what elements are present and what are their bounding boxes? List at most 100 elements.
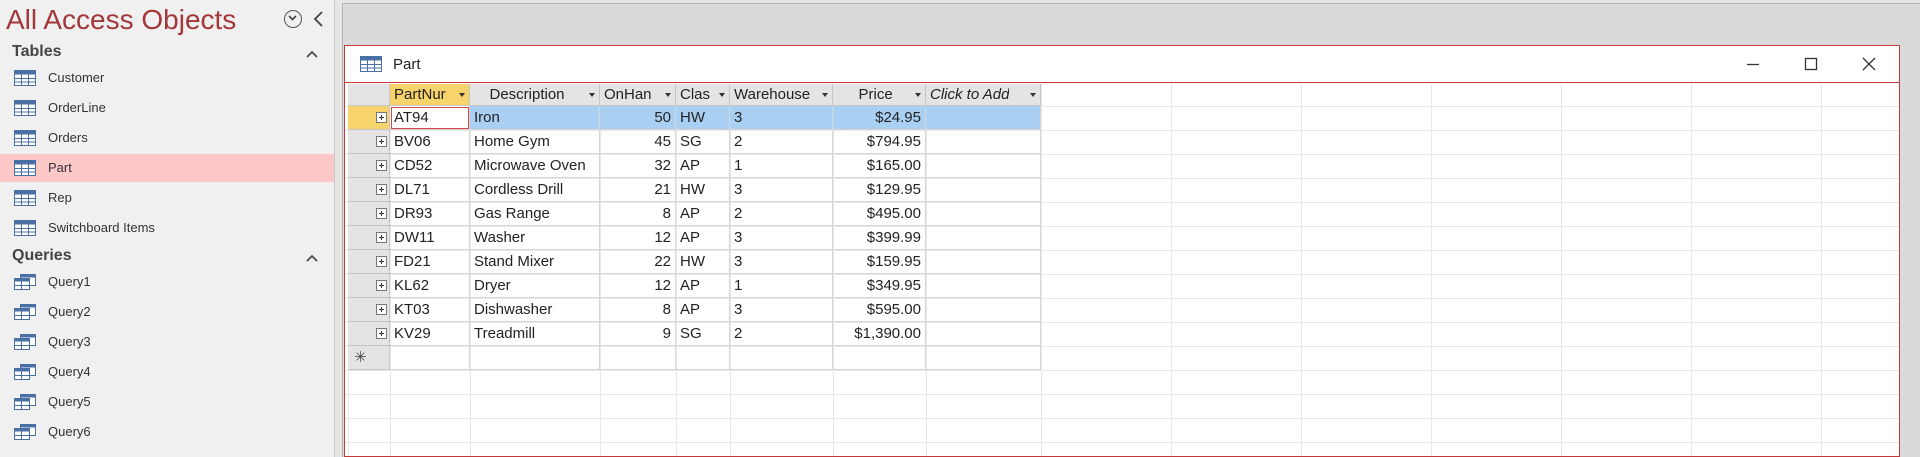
table-cell[interactable]: $349.95 — [833, 274, 926, 298]
table-cell[interactable]: 9 — [600, 322, 676, 346]
expand-plus-icon[interactable] — [376, 208, 387, 219]
table-cell[interactable]: FD21 — [390, 250, 470, 274]
chevron-up-icon[interactable] — [305, 46, 319, 64]
table-cell[interactable]: 50 — [600, 106, 676, 130]
document-titlebar[interactable]: Part — [345, 46, 1899, 83]
nav-item-table-orderline[interactable]: OrderLine — [0, 94, 334, 122]
table-cell[interactable]: $24.95 — [833, 106, 926, 130]
table-cell[interactable]: 2 — [730, 202, 833, 226]
table-cell[interactable]: SG — [676, 322, 730, 346]
dropdown-arrow-icon[interactable] — [1030, 93, 1036, 97]
table-cell[interactable]: $399.99 — [833, 226, 926, 250]
table-cell[interactable] — [600, 346, 676, 370]
table-cell[interactable]: 32 — [600, 154, 676, 178]
table-cell[interactable]: DW11 — [390, 226, 470, 250]
column-header-description[interactable]: Description — [470, 84, 600, 106]
table-cell[interactable] — [926, 274, 1041, 298]
table-cell[interactable]: 12 — [600, 274, 676, 298]
table-cell[interactable]: 2 — [730, 322, 833, 346]
expand-plus-icon[interactable] — [376, 232, 387, 243]
table-cell[interactable]: 8 — [600, 202, 676, 226]
table-cell[interactable]: $159.95 — [833, 250, 926, 274]
dropdown-arrow-icon[interactable] — [459, 93, 465, 97]
shutter-bar-close-icon[interactable] — [312, 9, 326, 29]
table-cell[interactable]: 8 — [600, 298, 676, 322]
table-cell[interactable]: Home Gym — [470, 130, 600, 154]
table-cell[interactable]: Washer — [470, 226, 600, 250]
chevron-up-icon[interactable] — [305, 250, 319, 268]
table-cell[interactable]: 21 — [600, 178, 676, 202]
table-cell[interactable]: Treadmill — [470, 322, 600, 346]
table-cell[interactable]: 1 — [730, 154, 833, 178]
table-cell[interactable] — [926, 226, 1041, 250]
table-cell[interactable]: 2 — [730, 130, 833, 154]
table-cell[interactable]: Stand Mixer — [470, 250, 600, 274]
expand-plus-icon[interactable] — [376, 184, 387, 195]
nav-item-table-part[interactable]: Part — [0, 154, 334, 182]
table-cell[interactable]: KV29 — [390, 322, 470, 346]
table-cell[interactable]: Microwave Oven — [470, 154, 600, 178]
table-cell[interactable] — [390, 346, 470, 370]
dropdown-arrow-icon[interactable] — [589, 93, 595, 97]
table-cell[interactable]: KT03 — [390, 298, 470, 322]
dropdown-arrow-icon[interactable] — [719, 93, 725, 97]
table-cell[interactable]: Gas Range — [470, 202, 600, 226]
table-cell[interactable]: DL71 — [390, 178, 470, 202]
table-cell[interactable]: AP — [676, 274, 730, 298]
table-cell[interactable]: SG — [676, 130, 730, 154]
table-cell[interactable] — [730, 346, 833, 370]
nav-item-table-switchboard-items[interactable]: Switchboard Items — [0, 214, 334, 242]
nav-item-table-customer[interactable]: Customer — [0, 64, 334, 92]
table-cell[interactable] — [470, 346, 600, 370]
table-cell[interactable]: CD52 — [390, 154, 470, 178]
table-cell[interactable]: BV06 — [390, 130, 470, 154]
nav-item-query-query1[interactable]: Query1 — [0, 268, 334, 296]
table-cell[interactable] — [926, 178, 1041, 202]
nav-item-table-orders[interactable]: Orders — [0, 124, 334, 152]
table-cell[interactable]: HW — [676, 178, 730, 202]
table-cell[interactable] — [926, 298, 1041, 322]
table-cell[interactable]: $165.00 — [833, 154, 926, 178]
expand-plus-icon[interactable] — [376, 304, 387, 315]
nav-item-query-query4[interactable]: Query4 — [0, 358, 334, 386]
table-cell[interactable] — [926, 322, 1041, 346]
group-header-tables[interactable]: Tables — [0, 40, 335, 66]
expand-plus-icon[interactable] — [376, 112, 387, 123]
nav-item-query-query2[interactable]: Query2 — [0, 298, 334, 326]
table-cell[interactable]: AP — [676, 202, 730, 226]
table-cell[interactable] — [926, 250, 1041, 274]
table-cell[interactable]: 45 — [600, 130, 676, 154]
nav-item-table-rep[interactable]: Rep — [0, 184, 334, 212]
table-cell[interactable]: $129.95 — [833, 178, 926, 202]
table-cell[interactable]: AP — [676, 298, 730, 322]
table-cell[interactable] — [926, 130, 1041, 154]
table-cell[interactable] — [926, 346, 1041, 370]
table-cell[interactable]: $1,390.00 — [833, 322, 926, 346]
table-cell[interactable]: KL62 — [390, 274, 470, 298]
column-header-warehouse[interactable]: Warehouse — [730, 84, 833, 106]
table-cell[interactable]: Iron — [470, 106, 600, 130]
table-cell[interactable]: 22 — [600, 250, 676, 274]
table-cell[interactable]: 3 — [730, 178, 833, 202]
column-header-price[interactable]: Price — [833, 84, 926, 106]
column-header-onhan[interactable]: OnHan — [600, 84, 676, 106]
table-cell[interactable]: HW — [676, 250, 730, 274]
table-cell[interactable] — [926, 202, 1041, 226]
table-cell[interactable]: $595.00 — [833, 298, 926, 322]
table-cell[interactable]: AP — [676, 154, 730, 178]
maximize-icon[interactable] — [1793, 52, 1829, 76]
minimize-icon[interactable] — [1735, 52, 1771, 76]
new-record-selector[interactable]: ✳ — [348, 346, 390, 370]
chevron-down-icon[interactable] — [284, 10, 302, 28]
dropdown-arrow-icon[interactable] — [665, 93, 671, 97]
nav-item-query-query5[interactable]: Query5 — [0, 388, 334, 416]
expand-plus-icon[interactable] — [376, 136, 387, 147]
close-icon[interactable] — [1851, 52, 1887, 76]
dropdown-arrow-icon[interactable] — [822, 93, 828, 97]
table-cell[interactable] — [833, 346, 926, 370]
table-cell[interactable]: 3 — [730, 298, 833, 322]
nav-item-query-query6[interactable]: Query6 — [0, 418, 334, 446]
table-cell[interactable]: 3 — [730, 106, 833, 130]
table-cell[interactable]: Dishwasher — [470, 298, 600, 322]
column-header-click-to-add[interactable]: Click to Add — [926, 84, 1041, 106]
